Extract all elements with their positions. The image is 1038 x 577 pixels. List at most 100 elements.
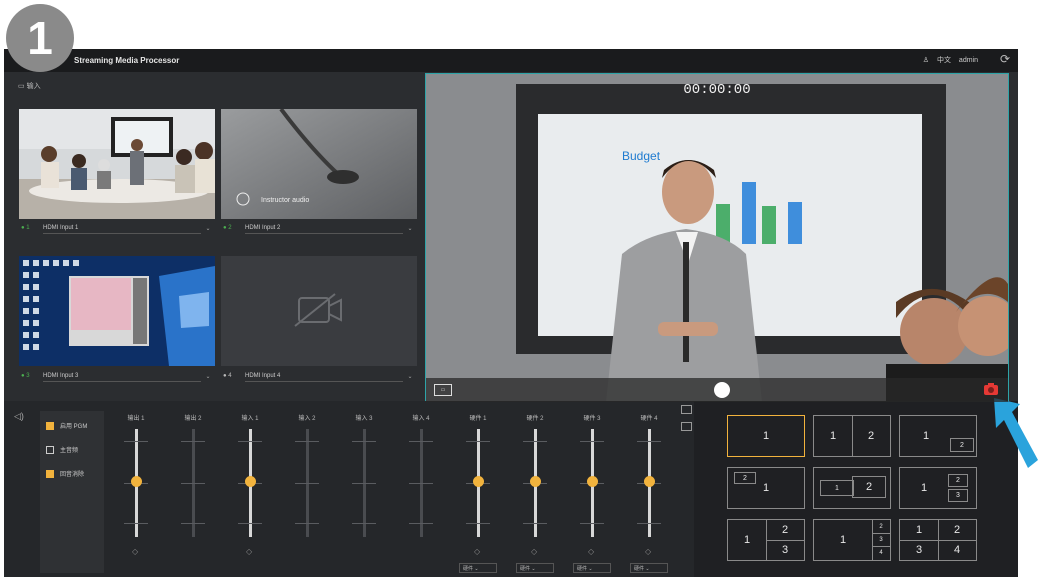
layout-cell: 4 [879,550,883,556]
app-title: Streaming Media Processor [74,56,180,65]
source-thumbnail-1[interactable] [19,109,215,219]
layout-single[interactable]: 1 [727,415,805,457]
channel-label: 输入 2 [298,416,316,422]
layout-cell: 3 [948,489,968,502]
link-diamond-icon[interactable]: ◇ [132,547,138,556]
channel-output-2: 输出 2 [173,413,213,563]
layout-one-plus-two[interactable]: 1 2 3 [727,519,805,561]
source-thumbnail-3[interactable] [19,256,215,366]
layout-cell: 2 [872,520,890,534]
record-button[interactable] [714,382,730,398]
user-label: admin [958,57,978,64]
program-preview[interactable]: Budget 00:00:00 ▭ [425,73,1009,403]
hardware-select[interactable]: 硬件 ⌄ [459,563,497,573]
checkbox-checked[interactable] [46,421,54,430]
layout-cell: 2 [852,476,886,498]
source-name-2: HDMI Input 2 [245,223,403,234]
layout-cell: 3 [781,544,789,556]
inputs-header: ▭ 输入 [18,81,41,91]
link-diamond-icon[interactable]: ◇ [645,547,651,556]
layout-cell: 1 [814,520,873,560]
option-enable-pgm[interactable]: 启用 PGM [46,421,87,430]
layout-cell: 3 [900,540,939,560]
layout-cell: 2 [948,474,968,487]
link-diamond-icon[interactable]: ◇ [531,547,537,556]
display-mode-icon[interactable]: ▭ [434,384,452,396]
source-thumbnail-4[interactable] [221,256,417,366]
layout-side-icons [681,405,693,439]
channel-label: 硬件 2 [526,416,544,422]
microphone-image: Instructor audio [221,109,417,219]
source-bar-3[interactable]: ● 3 HDMI Input 3 ⌄ [19,369,215,383]
hardware-select[interactable]: 硬件 ⌄ [630,563,668,573]
layout-icon[interactable] [681,405,692,414]
source-number-2: ● 2 [223,225,232,231]
layout-pip-top-left[interactable]: 2 1 [727,467,805,509]
checkbox-checked[interactable] [46,469,54,478]
source-thumbnail-2[interactable]: Instructor audio [221,109,417,219]
layout-cell: 3 [872,533,890,547]
chevron-down-icon[interactable]: ⌄ [201,225,215,232]
layout-cell: 2 [938,520,976,541]
link-diamond-icon[interactable]: ◇ [588,547,594,556]
hardware-select[interactable]: 硬件 ⌄ [516,563,554,573]
layout-cell: 1 [900,520,939,541]
layout-one-plus-three[interactable]: 1 2 3 4 [813,519,891,561]
channel-input-2: 输入 2 [287,413,327,563]
layout-cell: 1 [762,482,770,494]
link-diamond-icon[interactable]: ◇ [474,547,480,556]
source-bar-1[interactable]: ● 1 HDMI Input 1 ⌄ [19,221,215,235]
layout-quad[interactable]: 1 2 3 4 [899,519,977,561]
audio-options: 启用 PGM 主音频 回音消除 [40,411,104,573]
volume-slider-knob[interactable] [530,475,541,487]
user-menu[interactable]: ♙ 中文 admin [917,55,978,65]
screen-icon[interactable] [681,422,692,431]
layout-side-by-side[interactable]: 1 2 [813,415,891,457]
checkbox-unchecked[interactable] [46,445,54,454]
source-name-1: HDMI Input 1 [43,223,201,234]
volume-slider-knob[interactable] [473,475,484,487]
inputs-header-label: 输入 [26,83,41,90]
channel-label: 输入 3 [355,416,373,422]
hardware-select[interactable]: 硬件 ⌄ [573,563,611,573]
layout-cell: 1 [922,430,930,442]
volume-slider-knob[interactable] [245,475,256,487]
volume-slider-knob[interactable] [131,475,142,487]
channel-hardware-1: 硬件 1 ◇ 硬件 ⌄ [458,413,498,573]
channel-input-1: 输入 1 ◇ [230,413,270,563]
chevron-down-icon[interactable]: ⌄ [403,373,417,380]
source-bar-2[interactable]: ● 2 HDMI Input 2 ⌄ [221,221,417,235]
layout-one-plus-two-small[interactable]: 1 2 3 [899,467,977,509]
language-label: 中文 [936,57,951,64]
snapshot-camera-icon[interactable] [984,383,998,395]
option-main-audio[interactable]: 主音频 [46,445,78,454]
channel-input-4: 输入 4 [401,413,441,563]
app-window: Streaming Media Processor ♙ 中文 admin ⟳ ▭… [4,49,1018,577]
no-signal-camera-icon [221,256,417,366]
volume-slider-knob[interactable] [644,475,655,487]
option-label: 主音频 [60,448,79,454]
chevron-down-icon[interactable]: ⌄ [403,225,417,232]
source-name-3: HDMI Input 3 [43,371,201,382]
source-bar-4[interactable]: ● 4 HDMI Input 4 ⌄ [221,369,417,383]
layout-cell: 1 [762,430,770,442]
speaker-icon: ◁) [14,411,24,421]
option-echo-cancel[interactable]: 回音消除 [46,469,84,478]
volume-slider-knob[interactable] [587,475,598,487]
refresh-icon[interactable]: ⟳ [1000,52,1010,66]
chevron-down-icon[interactable]: ⌄ [201,373,215,380]
channel-label: 输入 4 [412,416,430,422]
preview-control-bar: ▭ [426,378,1008,402]
link-diamond-icon[interactable]: ◇ [246,547,252,556]
option-label: 回音消除 [60,472,85,478]
source-number-1: ● 1 [21,225,30,231]
layout-cell: 1 [920,482,928,494]
layout-centered-pair[interactable]: 1 2 [813,467,891,509]
channel-hardware-3: 硬件 3 ◇ 硬件 ⌄ [572,413,612,573]
layout-pip-bottom-right[interactable]: 1 2 [899,415,977,457]
channel-label: 硬件 3 [583,416,601,422]
layout-cell: 2 [766,520,804,541]
user-icon: ♙ [922,57,930,64]
channel-label: 输出 1 [127,416,145,422]
audio-mixer-panel: ◁) 启用 PGM 主音频 回音消除 输出 1 ◇ 输出 2 输入 1 ◇ 输入… [4,401,694,577]
